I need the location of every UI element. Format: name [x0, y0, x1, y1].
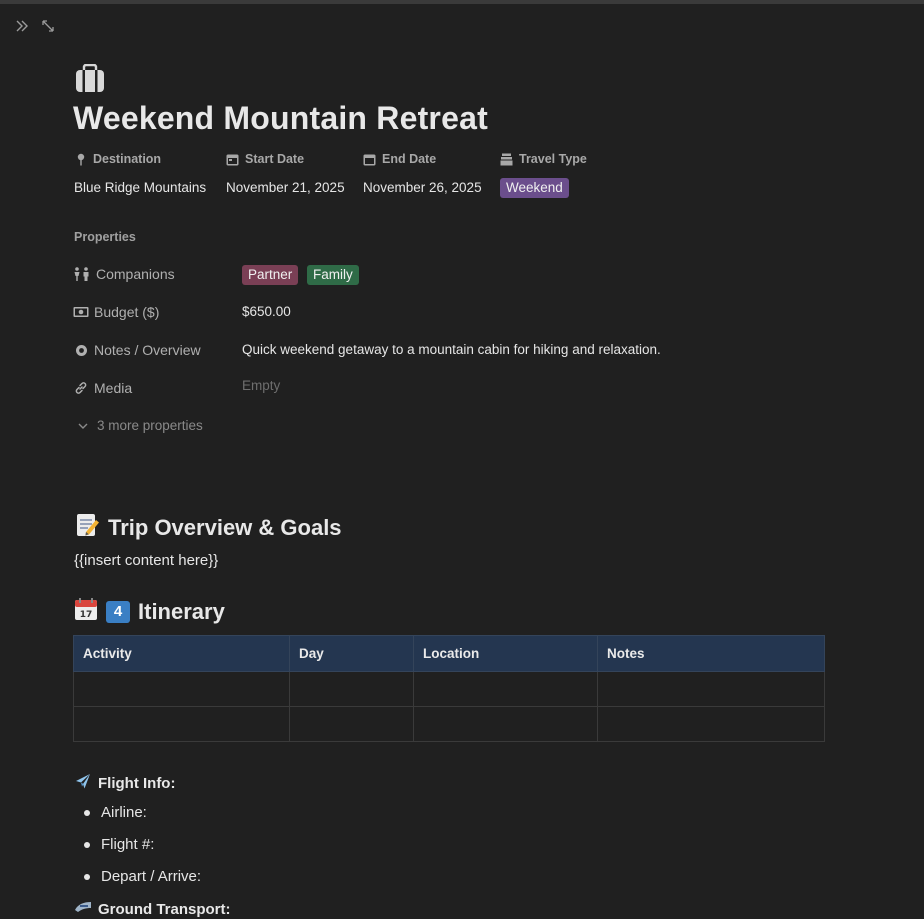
svg-text:17: 17: [80, 610, 93, 620]
property-notes[interactable]: Notes / Overview Quick weekend getaway t…: [73, 339, 853, 361]
list-item[interactable]: Airline:: [84, 804, 147, 821]
media-value[interactable]: Empty: [242, 375, 280, 397]
travel-type-tag[interactable]: Weekend: [500, 178, 569, 198]
list-item[interactable]: Depart / Arrive:: [84, 868, 201, 885]
end-date-value[interactable]: November 26, 2025: [363, 178, 482, 198]
budget-value[interactable]: $650.00: [242, 301, 291, 323]
property-media[interactable]: Media Empty: [73, 377, 853, 399]
start-date-label: Start Date: [245, 152, 305, 166]
table-cell[interactable]: [289, 671, 414, 707]
overview-title: Trip Overview & Goals: [108, 515, 342, 540]
notes-value[interactable]: Quick weekend getaway to a mountain cabi…: [242, 339, 661, 361]
table-cell[interactable]: [289, 706, 414, 742]
notes-label: Notes / Overview: [94, 342, 201, 358]
list-item[interactable]: Flight #:: [84, 836, 154, 853]
table-cell[interactable]: [413, 671, 598, 707]
property-budget[interactable]: Budget ($) $650.00: [73, 301, 853, 323]
itinerary-table[interactable]: Activity Day Location Notes: [73, 635, 825, 742]
header-prop-end-date[interactable]: End Date November 26, 2025: [363, 150, 482, 198]
column-header-activity[interactable]: Activity: [73, 635, 290, 672]
table-cell[interactable]: [413, 706, 598, 742]
itinerary-heading[interactable]: 17 4 Itinerary: [74, 597, 225, 627]
chevron-down-icon: [76, 419, 89, 432]
destination-value[interactable]: Blue Ridge Mountains: [74, 178, 206, 198]
table-cell[interactable]: [597, 671, 825, 707]
header-prop-travel-type[interactable]: Travel Type Weekend: [500, 150, 587, 198]
calendar-icon: [226, 153, 239, 166]
table-cell[interactable]: [597, 706, 825, 742]
table-cell[interactable]: [73, 706, 290, 742]
flight-info-title: Flight Info:: [98, 774, 176, 792]
ground-transport-heading[interactable]: Ground Transport:: [74, 899, 231, 919]
start-date-value[interactable]: November 21, 2025: [226, 178, 345, 198]
window-top-border: [0, 0, 924, 4]
more-properties-toggle[interactable]: 3 more properties: [76, 418, 203, 433]
bullet-dot: [84, 873, 90, 880]
travel-type-label: Travel Type: [519, 152, 587, 166]
table-row: [73, 706, 825, 742]
stack-icon: [500, 153, 513, 166]
bullet-dot: [84, 809, 90, 816]
expand-arrows-icon[interactable]: [40, 18, 56, 34]
overview-heading[interactable]: Trip Overview & Goals: [74, 512, 342, 544]
page-title[interactable]: Weekend Mountain Retreat: [73, 100, 488, 137]
companions-label: Companions: [96, 266, 175, 282]
column-header-location[interactable]: Location: [413, 635, 598, 672]
companion-tag-partner[interactable]: Partner: [242, 265, 299, 285]
column-header-day[interactable]: Day: [289, 635, 414, 672]
table-cell[interactable]: [73, 671, 290, 707]
flight-number-item: Flight #:: [101, 836, 155, 853]
header-prop-start-date[interactable]: Start Date November 21, 2025: [226, 150, 345, 198]
column-header-notes[interactable]: Notes: [597, 635, 825, 672]
link-icon: [73, 382, 89, 395]
budget-label: Budget ($): [94, 304, 160, 320]
media-label: Media: [94, 380, 133, 396]
calendar-icon: [363, 153, 376, 166]
table-header-row: Activity Day Location Notes: [73, 635, 825, 672]
train-icon: [74, 899, 92, 919]
circle-icon: [73, 344, 89, 357]
properties-heading: Properties: [74, 230, 136, 244]
airplane-icon: [74, 772, 92, 794]
destination-label: Destination: [93, 152, 162, 166]
itinerary-title: Itinerary: [138, 599, 225, 624]
companion-tag-family[interactable]: Family: [307, 265, 359, 285]
memo-icon: [74, 512, 100, 544]
property-companions[interactable]: Companions Partner Family: [73, 263, 853, 285]
depart-arrive-item: Depart / Arrive:: [101, 868, 202, 885]
calendar-emoji-icon: 17: [74, 597, 98, 627]
end-date-label: End Date: [382, 152, 437, 166]
table-row: [73, 671, 825, 707]
header-prop-destination[interactable]: Destination Blue Ridge Mountains: [74, 150, 206, 198]
people-icon: [73, 267, 91, 281]
suitcase-icon[interactable]: [74, 63, 106, 94]
more-properties-label: 3 more properties: [97, 418, 203, 433]
overview-content[interactable]: {{insert content here}}: [74, 552, 218, 569]
cash-icon: [73, 306, 89, 319]
keycap-4-icon: 4: [106, 601, 130, 623]
pin-icon: [74, 153, 87, 166]
flight-info-heading[interactable]: Flight Info:: [74, 772, 175, 794]
double-chevron-right-icon[interactable]: [14, 18, 30, 34]
bullet-dot: [84, 841, 90, 848]
airline-item: Airline:: [101, 804, 147, 821]
